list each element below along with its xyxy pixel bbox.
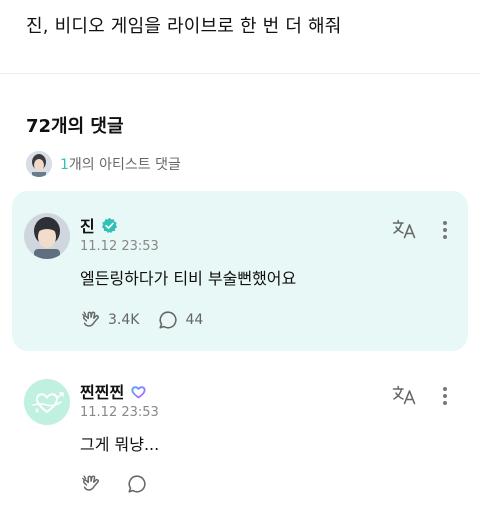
comment-text: 그게 뭐냥... — [80, 435, 160, 454]
author-name: 찐찐찐 — [80, 383, 125, 402]
cheer-hand-icon — [82, 475, 99, 491]
speech-bubble-icon — [159, 311, 178, 329]
translate-button[interactable] — [392, 219, 418, 239]
more-dot-icon — [443, 394, 447, 398]
translate-icon — [392, 385, 416, 405]
like-button[interactable]: 3.4K — [80, 309, 139, 331]
comment-item: 진 11.12 23:53 엘든링하다가 티비 부술뻔했어요 3.4K 44 — [0, 191, 480, 351]
more-dot-icon — [443, 228, 447, 232]
comment-author[interactable]: 찐찐찐 — [80, 379, 147, 403]
artist-mini-avatar — [26, 151, 52, 177]
artist-comments-filter[interactable]: 1개의 아티스트 댓글 — [26, 151, 181, 177]
like-count: 3.4K — [108, 312, 140, 328]
more-options-button[interactable] — [438, 219, 452, 241]
like-button[interactable] — [80, 473, 108, 495]
heart-membership-icon — [130, 383, 147, 400]
artist-comments-count: 1 — [60, 157, 69, 173]
artist-comments-label: 1개의 아티스트 댓글 — [60, 154, 181, 174]
comment-timestamp: 11.12 23:53 — [80, 239, 159, 254]
author-name: 진 — [80, 217, 95, 236]
avatar[interactable] — [24, 213, 70, 259]
comment-actions — [80, 473, 154, 495]
reply-count: 44 — [185, 312, 204, 328]
comment-author[interactable]: 진 — [80, 213, 118, 237]
speech-bubble-icon — [128, 475, 146, 493]
comment-item: 찐찐찐 11.12 23:53 그게 뭐냥... — [0, 367, 480, 507]
divider — [0, 73, 480, 74]
more-options-button[interactable] — [438, 385, 452, 407]
translate-icon — [392, 219, 416, 239]
post-title: 진, 비디오 게임을 라이브로 한 번 더 해줘 — [26, 16, 342, 37]
artist-comments-suffix: 개의 아티스트 댓글 — [68, 157, 181, 173]
comment-timestamp: 11.12 23:53 — [80, 405, 159, 420]
reply-button[interactable]: 44 — [157, 309, 203, 331]
comment-actions: 3.4K 44 — [80, 309, 203, 331]
comments-count-heading: 72개의 댓글 — [26, 116, 124, 137]
more-dot-icon — [443, 235, 447, 239]
more-dot-icon — [443, 221, 447, 225]
avatar[interactable] — [24, 379, 70, 425]
reply-button[interactable] — [126, 473, 154, 495]
comment-text: 엘든링하다가 티비 부술뻔했어요 — [80, 269, 297, 288]
cheer-hand-icon — [82, 311, 99, 327]
more-dot-icon — [443, 401, 447, 405]
more-dot-icon — [443, 387, 447, 391]
translate-button[interactable] — [392, 385, 418, 405]
verified-check-icon — [101, 217, 118, 234]
